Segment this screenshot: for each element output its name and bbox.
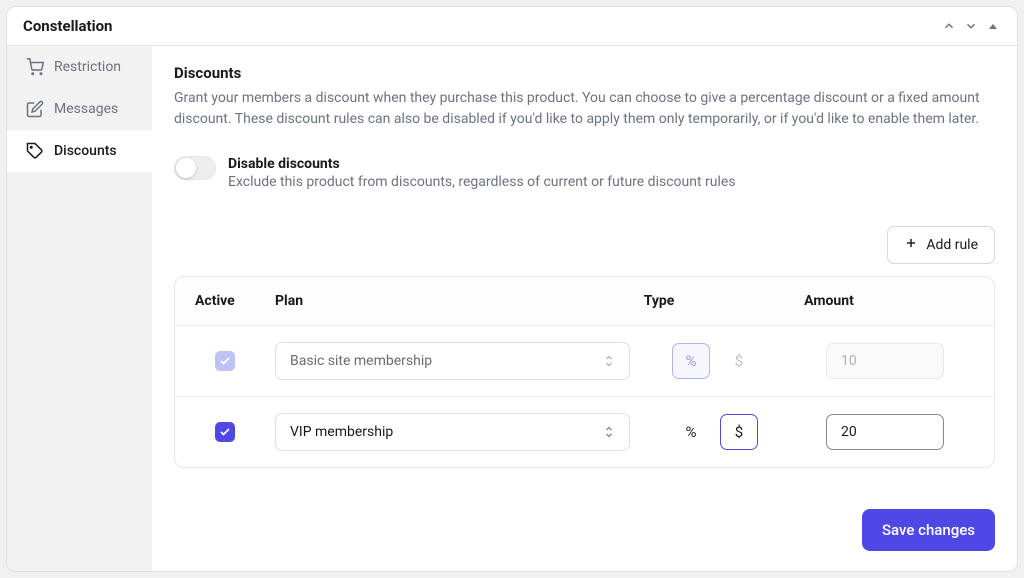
disable-discounts-toggle[interactable] (174, 156, 216, 180)
plan-select[interactable]: VIP membership (275, 413, 630, 451)
type-percent-button[interactable]: % (672, 414, 710, 450)
chevron-updown-icon (603, 354, 615, 368)
header-plan: Plan (275, 293, 574, 309)
sidebar-item-label: Restriction (54, 59, 121, 75)
disable-discounts-row: Disable discounts Exclude this product f… (174, 156, 995, 190)
plan-value: Basic site membership (290, 353, 432, 369)
cell-amount (800, 414, 970, 450)
table-row: VIP membership % $ (175, 396, 994, 467)
toggle-text: Disable discounts Exclude this product f… (228, 156, 736, 190)
section-description: Grant your members a discount when they … (174, 88, 995, 130)
toggle-knob (176, 158, 196, 178)
sidebar: Restriction Messages Discounts (7, 46, 152, 571)
settings-window: Constellation Restriction (6, 6, 1018, 572)
cart-icon (26, 58, 44, 76)
collapse-triangle-icon[interactable] (985, 18, 1001, 34)
add-rule-row: Add rule (174, 226, 995, 264)
amount-input[interactable] (826, 414, 944, 450)
cell-plan: Basic site membership (275, 342, 630, 380)
type-percent-button[interactable]: % (672, 343, 710, 379)
sidebar-item-messages[interactable]: Messages (7, 88, 152, 130)
window-title: Constellation (23, 17, 112, 35)
chevron-updown-icon (603, 425, 615, 439)
section-title: Discounts (174, 64, 995, 82)
cell-action (970, 351, 995, 371)
type-fixed-button[interactable]: $ (720, 414, 758, 450)
tag-icon (26, 142, 44, 160)
edit-icon (26, 100, 44, 118)
cell-type: % $ (630, 343, 800, 379)
cell-action (970, 422, 995, 442)
add-rule-button[interactable]: Add rule (887, 226, 995, 264)
active-checkbox[interactable] (215, 351, 235, 371)
content-area: Discounts Grant your members a discount … (152, 46, 1017, 571)
plan-value: VIP membership (290, 424, 393, 440)
add-rule-label: Add rule (926, 237, 978, 253)
cell-type: % $ (630, 414, 800, 450)
footer: Save changes (174, 491, 995, 551)
type-fixed-button[interactable]: $ (720, 343, 758, 379)
sidebar-item-restriction[interactable]: Restriction (7, 46, 152, 88)
active-checkbox[interactable] (215, 422, 235, 442)
header-active: Active (175, 293, 275, 309)
plan-select[interactable]: Basic site membership (275, 342, 630, 380)
sidebar-item-discounts[interactable]: Discounts (7, 130, 152, 172)
titlebar: Constellation (7, 7, 1017, 46)
toggle-title: Disable discounts (228, 156, 736, 172)
cell-plan: VIP membership (275, 413, 630, 451)
table-row: Basic site membership % $ (175, 325, 994, 396)
chevron-down-icon[interactable] (963, 18, 979, 34)
check-icon (219, 355, 231, 367)
sidebar-item-label: Messages (54, 101, 118, 117)
save-changes-button[interactable]: Save changes (862, 509, 995, 551)
cell-active (175, 422, 275, 442)
sidebar-item-label: Discounts (54, 143, 117, 159)
header-type: Type (574, 293, 744, 309)
plus-icon (904, 236, 918, 254)
discount-rules-table: Active Plan Type Amount Basic (174, 276, 995, 468)
toggle-desc: Exclude this product from discounts, reg… (228, 174, 736, 190)
titlebar-controls (941, 18, 1001, 34)
header-amount: Amount (744, 293, 914, 309)
chevron-up-icon[interactable] (941, 18, 957, 34)
window-body: Restriction Messages Discounts Discounts… (7, 46, 1017, 571)
table-header: Active Plan Type Amount (175, 277, 994, 325)
cell-amount (800, 343, 970, 379)
save-label: Save changes (882, 521, 975, 539)
check-icon (219, 426, 231, 438)
amount-input[interactable] (826, 343, 944, 379)
cell-active (175, 351, 275, 371)
